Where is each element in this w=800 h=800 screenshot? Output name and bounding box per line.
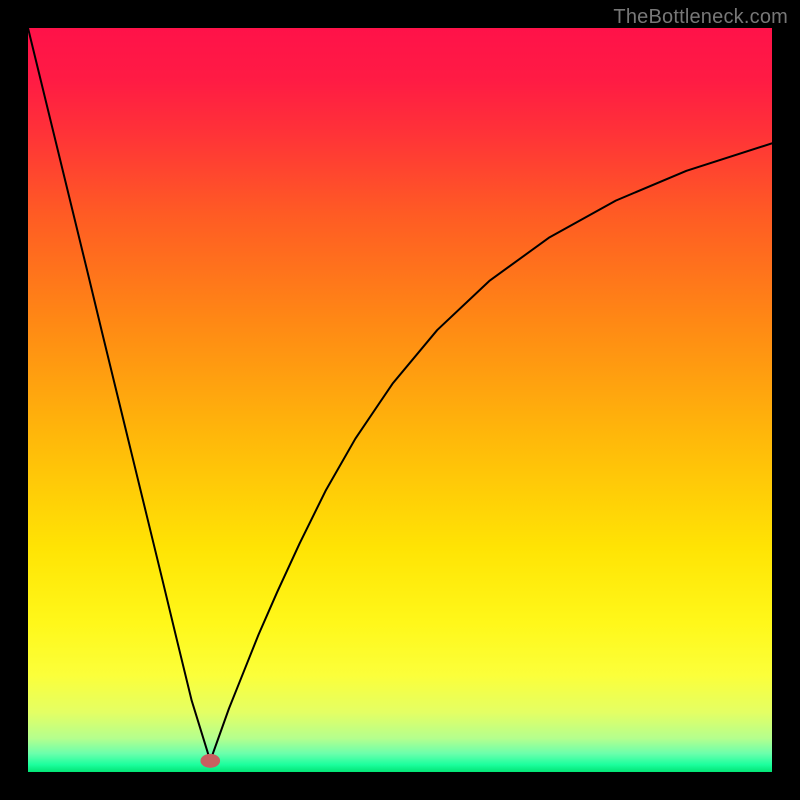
watermark-text: TheBottleneck.com (613, 6, 788, 29)
chart-marker (200, 754, 220, 768)
chart-background (28, 28, 772, 772)
chart-frame (28, 28, 772, 772)
chart-plot (28, 28, 772, 772)
